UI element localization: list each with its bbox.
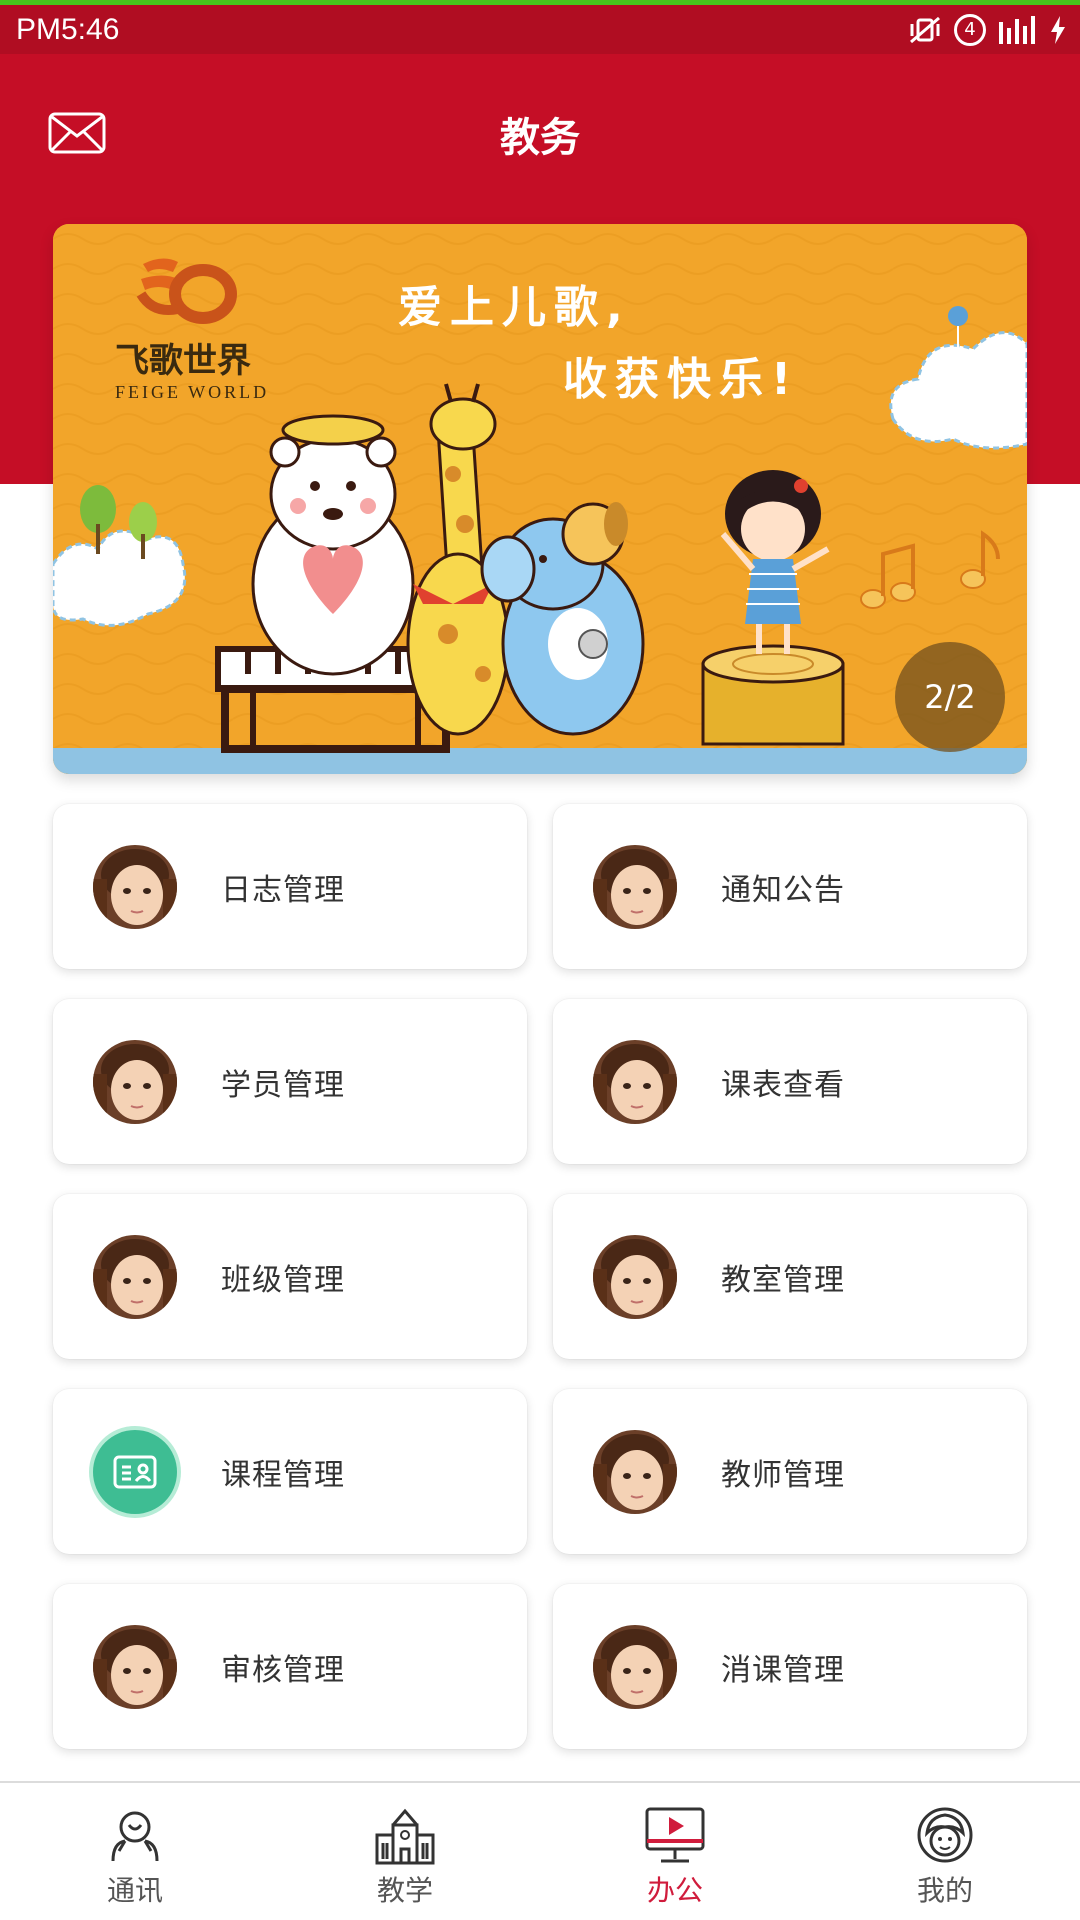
mail-icon[interactable] [48, 112, 106, 154]
menu-item-class-management[interactable]: 班级管理 [53, 1194, 527, 1359]
banner-page-counter: 2/2 [895, 642, 1005, 752]
avatar-girl-icon [593, 844, 677, 929]
banner-slogan-line1: 爱上儿歌, [398, 282, 631, 333]
avatar-girl-icon [93, 1039, 177, 1124]
page-title: 教务 [500, 115, 580, 161]
tab-profile[interactable]: 我的 [810, 1783, 1080, 1920]
notification-count-icon: 4 [954, 13, 986, 46]
menu-item-teacher-management[interactable]: 教师管理 [553, 1389, 1027, 1554]
menu-item-label: 学员管理 [221, 1067, 345, 1103]
menu-item-label: 消课管理 [721, 1652, 845, 1688]
brand-cn: 飞歌世界 [115, 341, 251, 381]
app-header: 教务 [0, 54, 1080, 214]
tab-label: 通讯 [106, 1874, 163, 1907]
status-bar: PM5:46 4 [0, 0, 1080, 54]
status-icons: 4 [908, 13, 1066, 46]
charging-icon [1051, 15, 1065, 44]
tab-office[interactable]: 办公 [540, 1783, 810, 1920]
bottom-tab-bar: 通讯 教学 办公 我的 [0, 1781, 1080, 1920]
menu-item-course-management[interactable]: 课程管理 [53, 1389, 527, 1554]
banner-illustration: 飞歌世界 FEIGE WORLD 爱上儿歌, 收获快乐! [53, 224, 1027, 774]
avatar-girl-icon [93, 1234, 177, 1319]
tab-label: 办公 [646, 1874, 703, 1907]
menu-item-label: 教室管理 [721, 1262, 845, 1298]
menu-item-label: 日志管理 [221, 872, 345, 908]
school-icon [375, 1808, 435, 1865]
tab-label: 我的 [916, 1874, 973, 1907]
menu-grid: 日志管理 通知公告 学员管理 课表查看 班级管理 教室管理 课程管理 教师管理 … [53, 804, 1027, 1749]
monitor-play-icon [645, 1807, 705, 1863]
menu-item-student-management[interactable]: 学员管理 [53, 999, 527, 1164]
menu-item-label: 课表查看 [721, 1067, 845, 1103]
tab-contacts[interactable]: 通讯 [0, 1783, 270, 1920]
menu-item-label: 教师管理 [721, 1457, 845, 1493]
avatar-girl-icon [593, 1039, 677, 1124]
notification-count: 4 [964, 19, 976, 40]
menu-item-log-management[interactable]: 日志管理 [53, 804, 527, 969]
tab-label: 教学 [376, 1874, 433, 1907]
banner-slogan-line2: 收获快乐! [563, 354, 799, 405]
brand-en: FEIGE WORLD [115, 382, 269, 402]
contacts-icon [111, 1811, 159, 1862]
menu-item-lesson-deduction[interactable]: 消课管理 [553, 1584, 1027, 1749]
id-card-icon [93, 1429, 177, 1514]
banner-carousel[interactable]: 飞歌世界 FEIGE WORLD 爱上儿歌, 收获快乐! 2/2 [53, 224, 1027, 774]
menu-item-classroom-management[interactable]: 教室管理 [553, 1194, 1027, 1359]
avatar-girl-icon [593, 1429, 677, 1514]
menu-item-label: 通知公告 [721, 872, 845, 908]
avatar-girl-icon [93, 1624, 177, 1709]
menu-item-timetable[interactable]: 课表查看 [553, 999, 1027, 1164]
menu-item-label: 班级管理 [221, 1262, 345, 1298]
menu-item-label: 审核管理 [221, 1652, 345, 1688]
avatar-girl-icon [593, 1234, 677, 1319]
menu-item-label: 课程管理 [221, 1457, 345, 1493]
status-time: PM5:46 [16, 12, 120, 46]
signal-icon [999, 15, 1035, 44]
menu-item-approval-management[interactable]: 审核管理 [53, 1584, 527, 1749]
avatar-girl-icon [593, 1624, 677, 1709]
user-face-icon [917, 1807, 973, 1863]
tab-teaching[interactable]: 教学 [270, 1783, 540, 1920]
menu-item-notice[interactable]: 通知公告 [553, 804, 1027, 969]
avatar-girl-icon [93, 844, 177, 929]
vibrate-off-icon [910, 16, 940, 43]
